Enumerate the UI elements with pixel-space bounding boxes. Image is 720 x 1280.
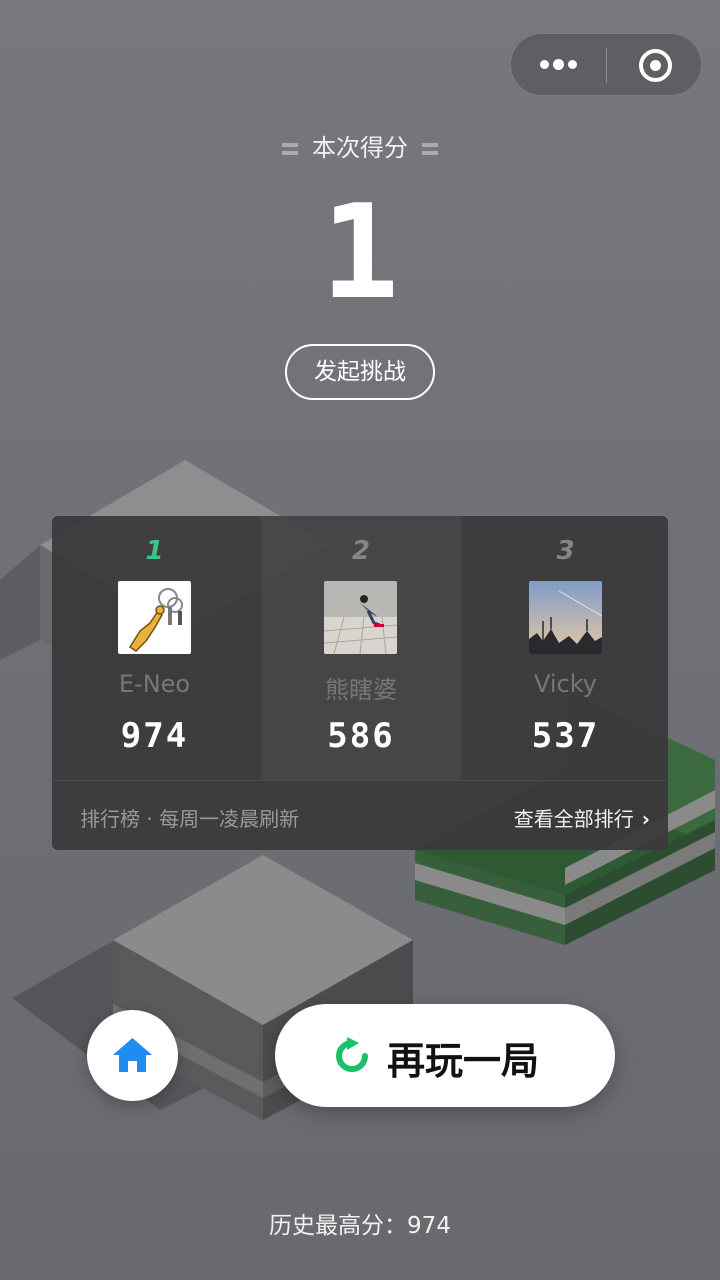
target-close-icon[interactable] [607,34,703,97]
replay-label: 再玩一局 [387,1039,540,1083]
view-all-ranking-link[interactable]: 查看全部排行 › [514,803,650,832]
player-name: E-Neo [118,670,191,698]
avatar [529,581,602,654]
refresh-icon [336,1037,368,1072]
rank-number: 1 [145,536,164,566]
leaderboard-entry[interactable]: 3 Vicky 537 [463,516,668,780]
avatar [324,581,397,654]
leaderboard-entry[interactable]: 1 E-Neo 974 [52,516,257,780]
player-score: 537 [531,716,600,756]
player-score: 586 [327,716,395,756]
refresh-note: 排行榜 · 每周一凌晨刷新 [80,807,300,831]
rank-number: 3 [556,536,575,566]
leaderboard-panel: 1 E-Neo 974 2 熊瞎婆 586 3 Vicky 537 排行榜 · … [52,516,668,850]
player-score: 974 [120,716,189,756]
title-deco-left [282,143,298,155]
score-title-text: 本次得分 [312,134,408,162]
leaderboard-footer: 排行榜 · 每周一凌晨刷新 查看全部排行 › [52,780,668,850]
current-score: 1 [320,176,400,328]
rank-number: 2 [351,536,371,566]
home-icon [113,1038,152,1072]
miniprogram-capsule [510,33,702,96]
more-dots-icon[interactable] [511,34,606,97]
player-name: 熊瞎婆 [325,676,397,704]
home-button[interactable] [87,1010,178,1101]
chevron-right-icon: › [641,807,650,831]
score-title: 本次得分 [0,128,720,163]
avatar [118,581,191,654]
best-score: 历史最高分：974 [269,1213,451,1239]
player-name: Vicky [534,670,597,698]
title-deco-right [422,143,438,155]
challenge-button[interactable]: 发起挑战 [285,344,435,400]
leaderboard-entry[interactable]: 2 熊瞎婆 586 [261,516,461,780]
replay-button[interactable]: 再玩一局 [275,1004,615,1107]
view-all-label: 查看全部排行 [513,807,634,831]
